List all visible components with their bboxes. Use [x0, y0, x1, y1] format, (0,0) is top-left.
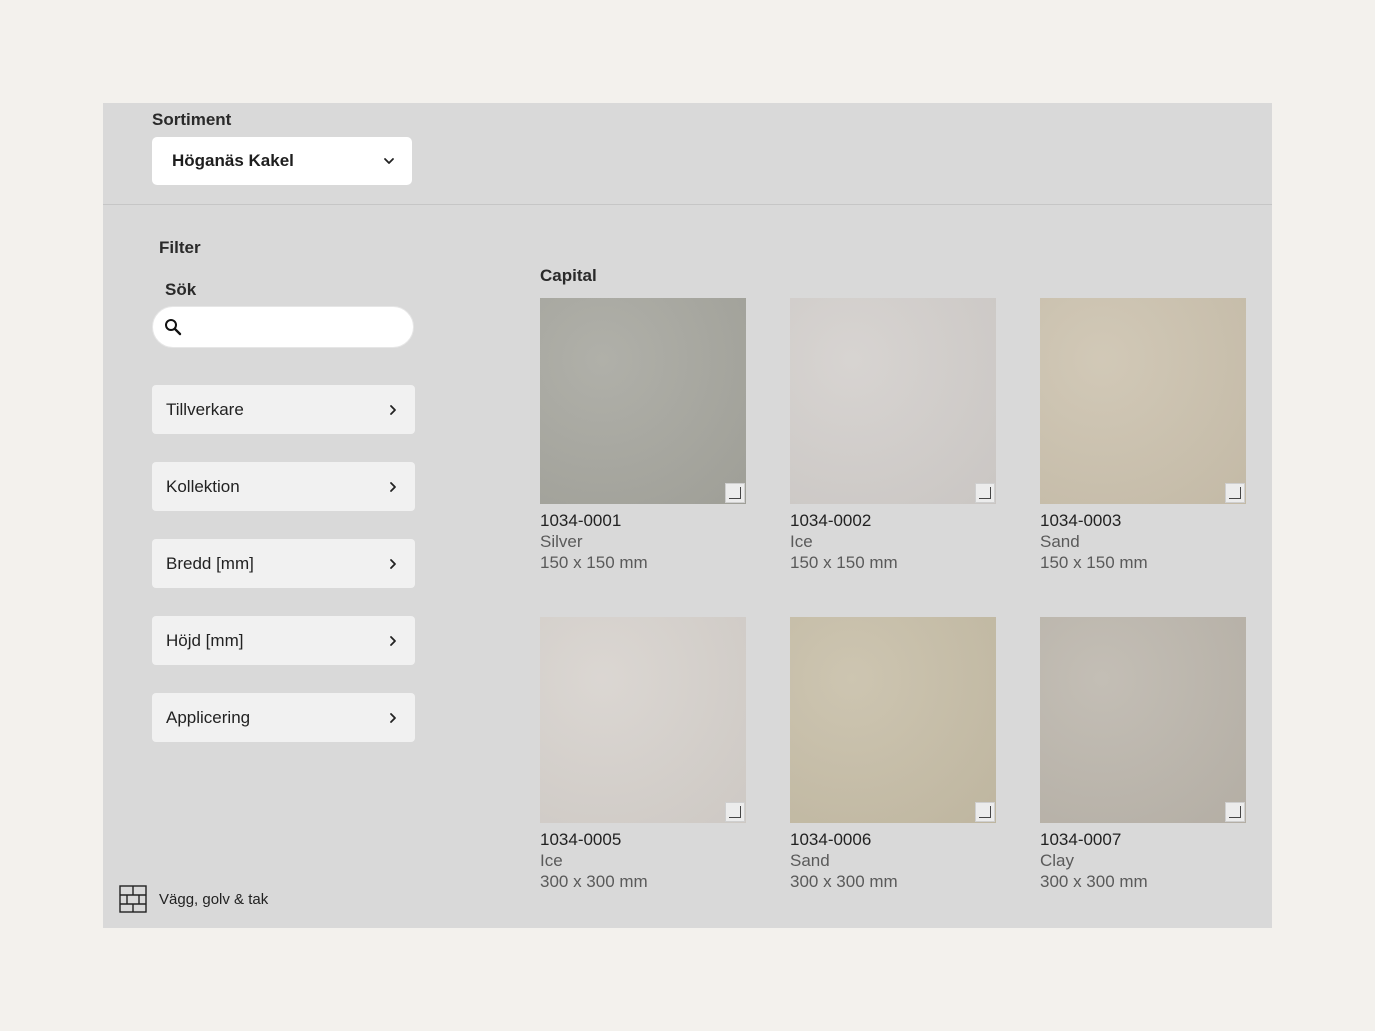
facet-label: Höjd [mm]	[166, 630, 244, 650]
filter-title: Filter	[159, 238, 201, 257]
chevron-right-icon	[390, 404, 396, 415]
product-card[interactable]: 1034-0006 Sand 300 x 300 mm	[790, 617, 996, 892]
search-icon	[165, 319, 182, 336]
chevron-right-icon	[390, 635, 396, 646]
product-size: 300 x 300 mm	[540, 872, 648, 891]
facet-label: Applicering	[166, 707, 251, 727]
product-color: Ice	[540, 851, 563, 870]
select-checkbox[interactable]	[725, 483, 745, 503]
chevron-right-icon	[390, 712, 396, 723]
facet-kollektion[interactable]: Kollektion	[152, 462, 415, 511]
search-field[interactable]	[152, 306, 414, 348]
select-checkbox[interactable]	[1225, 483, 1245, 503]
tile-grid-icon	[119, 885, 147, 913]
product-size: 300 x 300 mm	[1040, 872, 1148, 891]
product-color: Sand	[1040, 532, 1080, 551]
assortment-selected-value: Höganäs Kakel	[172, 151, 294, 170]
chevron-right-icon	[390, 481, 396, 492]
product-swatch	[1040, 617, 1246, 823]
collection-title: Capital	[540, 266, 597, 285]
chevron-down-icon	[384, 158, 394, 164]
header-divider	[103, 204, 1272, 205]
facet-applicering[interactable]: Applicering	[152, 693, 415, 742]
facet-bredd[interactable]: Bredd [mm]	[152, 539, 415, 588]
assortment-label: Sortiment	[152, 110, 232, 129]
product-card[interactable]: 1034-0003 Sand 150 x 150 mm	[1040, 298, 1246, 573]
product-code: 1034-0002	[790, 511, 872, 530]
product-swatch	[790, 617, 996, 823]
select-checkbox[interactable]	[975, 483, 995, 503]
product-code: 1034-0007	[1040, 830, 1122, 849]
facet-tillverkare[interactable]: Tillverkare	[152, 385, 415, 434]
product-color: Silver	[540, 532, 583, 551]
footer-nav-label: Vägg, golv & tak	[159, 890, 269, 908]
product-card[interactable]: 1034-0005 Ice 300 x 300 mm	[540, 617, 746, 892]
product-size: 300 x 300 mm	[790, 872, 898, 891]
product-color: Ice	[790, 532, 813, 551]
product-swatch	[1040, 298, 1246, 504]
product-code: 1034-0003	[1040, 511, 1122, 530]
product-card[interactable]: 1034-0002 Ice 150 x 150 mm	[790, 298, 996, 573]
select-checkbox[interactable]	[1225, 802, 1245, 822]
search-label: Sök	[165, 280, 197, 299]
search-input[interactable]	[190, 317, 394, 337]
facet-hojd[interactable]: Höjd [mm]	[152, 616, 415, 665]
product-size: 150 x 150 mm	[1040, 553, 1148, 572]
facet-label: Kollektion	[166, 476, 240, 496]
facet-label: Bredd [mm]	[166, 553, 254, 573]
product-swatch	[540, 617, 746, 823]
configurator-panel: Sortiment Höganäs Kakel Filter Sök Tillv…	[103, 103, 1272, 928]
product-code: 1034-0005	[540, 830, 622, 849]
product-size: 150 x 150 mm	[790, 553, 898, 572]
product-size: 150 x 150 mm	[540, 553, 648, 572]
product-color: Clay	[1040, 851, 1075, 870]
product-code: 1034-0001	[540, 511, 622, 530]
product-swatch	[540, 298, 746, 504]
select-checkbox[interactable]	[725, 802, 745, 822]
select-checkbox[interactable]	[975, 802, 995, 822]
product-card[interactable]: 1034-0007 Clay 300 x 300 mm	[1040, 617, 1246, 892]
chevron-right-icon	[390, 558, 396, 569]
product-card[interactable]: 1034-0001 Silver 150 x 150 mm	[540, 298, 746, 573]
product-color: Sand	[790, 851, 830, 870]
assortment-select[interactable]: Höganäs Kakel	[152, 137, 412, 185]
product-code: 1034-0006	[790, 830, 872, 849]
footer-nav-wall-floor-ceiling[interactable]: Vägg, golv & tak	[119, 885, 268, 913]
product-swatch	[790, 298, 996, 504]
facet-label: Tillverkare	[166, 399, 244, 419]
